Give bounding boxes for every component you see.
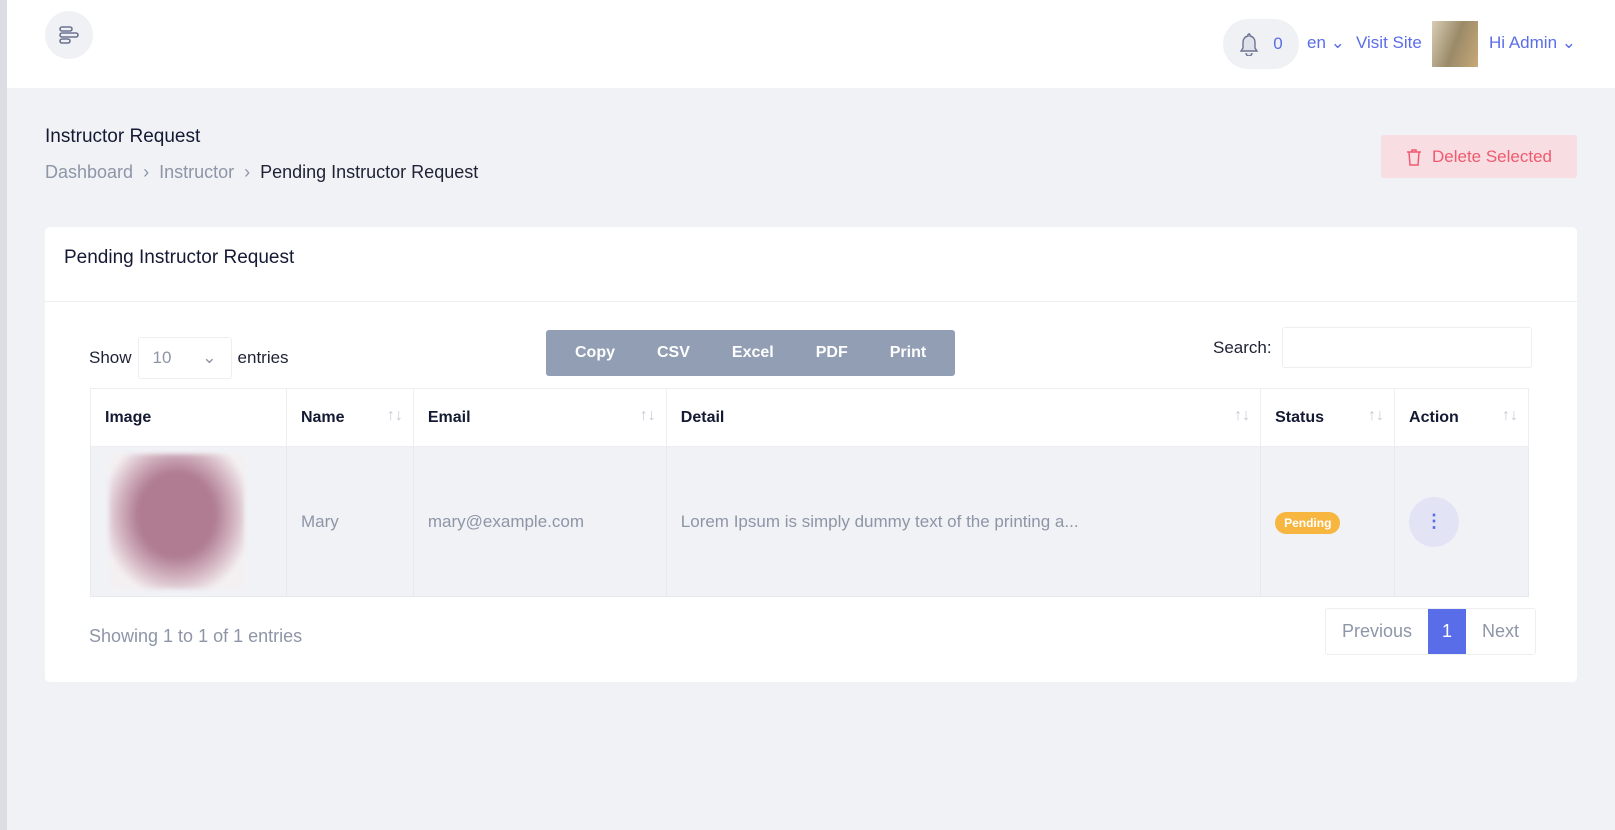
top-header: 0 en ⌄ Visit Site Hi Admin ⌄ [7, 0, 1615, 88]
search-label: Search: [1213, 337, 1272, 357]
column-status[interactable]: Status ↑↓ [1260, 388, 1396, 447]
notifications-button[interactable]: 0 [1223, 19, 1299, 69]
entries-select[interactable]: 10 ⌄ [137, 337, 232, 379]
column-image: Image [90, 388, 287, 447]
email-cell: mary@example.com [412, 446, 667, 597]
instructor-photo [109, 454, 244, 589]
column-label: Name [300, 408, 345, 426]
sort-icon: ↑↓ [1368, 407, 1385, 424]
chevron-right-icon: › [143, 162, 150, 182]
delete-selected-button[interactable]: Delete Selected [1381, 135, 1577, 178]
entries-length-control: Show 10 ⌄ entries [89, 337, 289, 379]
column-detail[interactable]: Detail ↑↓ [665, 388, 1262, 447]
chevron-right-icon: › [244, 162, 251, 182]
status-badge: Pending [1275, 511, 1341, 534]
column-label: Image [105, 408, 152, 426]
breadcrumb: Dashboard › Instructor › Pending Instructo… [45, 162, 478, 183]
language-dropdown[interactable]: en ⌄ [1307, 33, 1345, 53]
column-email[interactable]: Email ↑↓ [412, 388, 667, 447]
user-menu-dropdown[interactable]: Hi Admin ⌄ [1489, 33, 1576, 53]
delete-selected-label: Delete Selected [1431, 146, 1553, 166]
column-label: Status [1275, 408, 1324, 426]
more-actions-button[interactable]: ⋮ [1409, 496, 1460, 547]
column-label: Email [427, 408, 471, 426]
table-header-row: Image Name ↑↓ Email ↑↓ Detail ↑↓ Status ↑↓ A… [90, 388, 1529, 447]
sort-icon: ↑↓ [1502, 407, 1518, 424]
pdf-button[interactable]: PDF [795, 344, 869, 362]
pending-requests-card: Pending Instructor Request Show 10 ⌄ entr… [45, 227, 1577, 682]
table-info: Showing 1 to 1 of 1 entries [89, 626, 303, 646]
card-title: Pending Instructor Request [64, 247, 295, 268]
image-cell [90, 446, 287, 597]
left-scroll-strip [0, 0, 7, 830]
kebab-icon: ⋮ [1425, 511, 1444, 531]
name-cell: Mary [285, 446, 414, 597]
column-action[interactable]: Action ↑↓ [1394, 388, 1529, 447]
status-cell: Pending [1260, 446, 1396, 597]
breadcrumb-current: Pending Instructor Request [260, 162, 479, 182]
search-input[interactable] [1281, 327, 1532, 368]
requests-table: Image Name ↑↓ Email ↑↓ Detail ↑↓ Status ↑↓ A… [90, 388, 1529, 597]
column-label: Detail [680, 408, 725, 426]
chevron-down-icon: ⌄ [1330, 33, 1345, 52]
pagination: Previous 1 Next [1325, 608, 1537, 655]
sidebar-toggle-button[interactable] [45, 11, 93, 59]
page-1-button[interactable]: 1 [1428, 609, 1467, 654]
notification-count: 0 [1273, 34, 1283, 53]
column-name[interactable]: Name ↑↓ [285, 388, 414, 447]
action-cell: ⋮ [1394, 446, 1529, 597]
csv-button[interactable]: CSV [636, 344, 711, 362]
sort-icon: ↑↓ [639, 407, 656, 424]
language-label: en [1307, 33, 1326, 52]
page-title: Instructor Request [45, 126, 201, 147]
previous-button[interactable]: Previous [1326, 609, 1428, 654]
bell-icon [1239, 33, 1259, 56]
breadcrumb-dashboard[interactable]: Dashboard [45, 162, 133, 183]
print-button[interactable]: Print [869, 344, 947, 362]
search-control: Search: [1213, 327, 1532, 368]
visit-site-link[interactable]: Visit Site [1356, 33, 1422, 53]
detail-cell: Lorem Ipsum is simply dummy text of the … [665, 446, 1262, 597]
avatar[interactable] [1432, 21, 1478, 67]
column-label: Action [1409, 408, 1459, 426]
export-buttons: Copy CSV Excel PDF Print [546, 330, 955, 376]
divider [45, 301, 1577, 302]
sort-icon: ↑↓ [386, 407, 403, 424]
chevron-down-icon: ⌄ [202, 348, 217, 367]
copy-button[interactable]: Copy [554, 344, 636, 362]
sort-icon: ↑↓ [1234, 407, 1251, 424]
breadcrumb-instructor[interactable]: Instructor [159, 162, 234, 183]
entries-label: entries [237, 348, 289, 367]
show-label: Show [89, 348, 132, 367]
trash-icon [1406, 148, 1421, 166]
next-button[interactable]: Next [1466, 609, 1535, 654]
user-greeting: Hi Admin [1489, 33, 1558, 52]
chevron-down-icon: ⌄ [1561, 33, 1577, 52]
entries-value: 10 [152, 348, 172, 367]
table-row: Mary mary@example.com Lorem Ipsum is sim… [90, 446, 1529, 597]
excel-button[interactable]: Excel [711, 344, 795, 362]
menu-icon [59, 26, 79, 44]
